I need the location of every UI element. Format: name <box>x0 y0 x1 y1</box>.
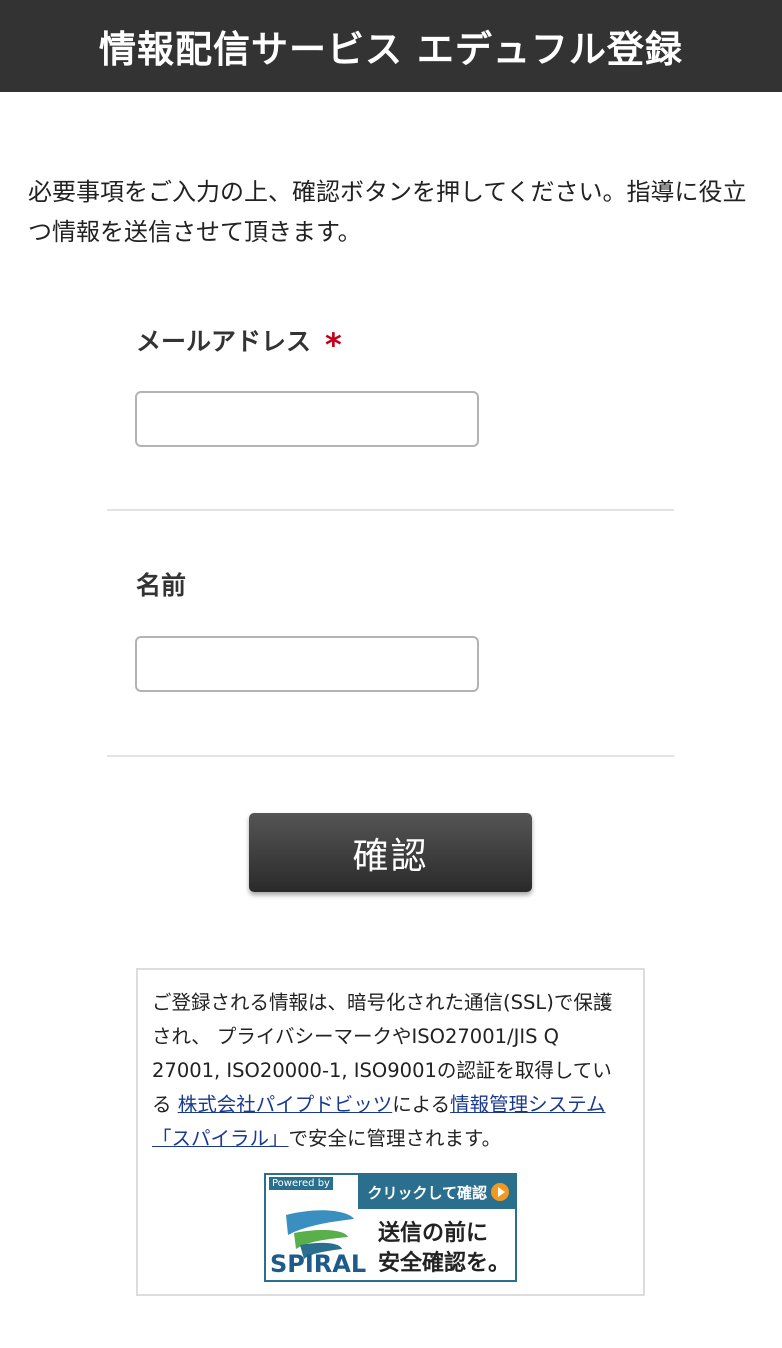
notice-text-part-2: による <box>392 1093 451 1116</box>
email-label-text: メールアドレス <box>136 327 312 356</box>
intro-text: 必要事項をご入力の上、確認ボタンを押してください。指導に役立つ情報を送信させて頂… <box>28 178 747 246</box>
page-title: 情報配信サービス エデュフル登録 <box>99 28 683 71</box>
required-asterisk-icon: * <box>325 326 342 364</box>
page-header: 情報配信サービス エデュフル登録 <box>0 0 782 92</box>
name-label-text: 名前 <box>136 571 187 600</box>
name-label: 名前 <box>136 566 186 602</box>
email-label: メールアドレス * <box>136 320 342 364</box>
powered-by-label: Powered by <box>269 1177 333 1190</box>
spiral-security-badge[interactable]: Powered by SPIRAL クリックして確認 送信の前に 安全確認を。 <box>264 1173 517 1282</box>
badge-message-line-2: 安全確認を。 <box>378 1251 511 1276</box>
divider <box>107 755 674 757</box>
notice-text-part-3: で安全に管理されます。 <box>288 1127 502 1150</box>
badge-message-line-1: 送信の前に <box>378 1221 489 1246</box>
divider <box>107 509 674 511</box>
badge-message: 送信の前に 安全確認を。 <box>378 1219 510 1279</box>
company-link[interactable]: 株式会社パイプドビッツ <box>178 1093 393 1116</box>
play-arrow-icon <box>491 1183 509 1201</box>
security-notice-text: ご登録される情報は、暗号化された通信(SSL)で保護され、 プライバシーマークや… <box>152 986 629 1156</box>
confirm-button[interactable]: 確認 <box>249 813 532 892</box>
security-notice: ご登録される情報は、暗号化された通信(SSL)で保護され、 プライバシーマークや… <box>136 968 645 1296</box>
email-input[interactable] <box>135 391 479 447</box>
badge-click-label: クリックして確認 <box>367 1183 487 1202</box>
name-input[interactable] <box>135 636 479 692</box>
spiral-brand-label: SPIRAL <box>270 1250 367 1278</box>
badge-click-banner: クリックして確認 <box>358 1175 515 1209</box>
